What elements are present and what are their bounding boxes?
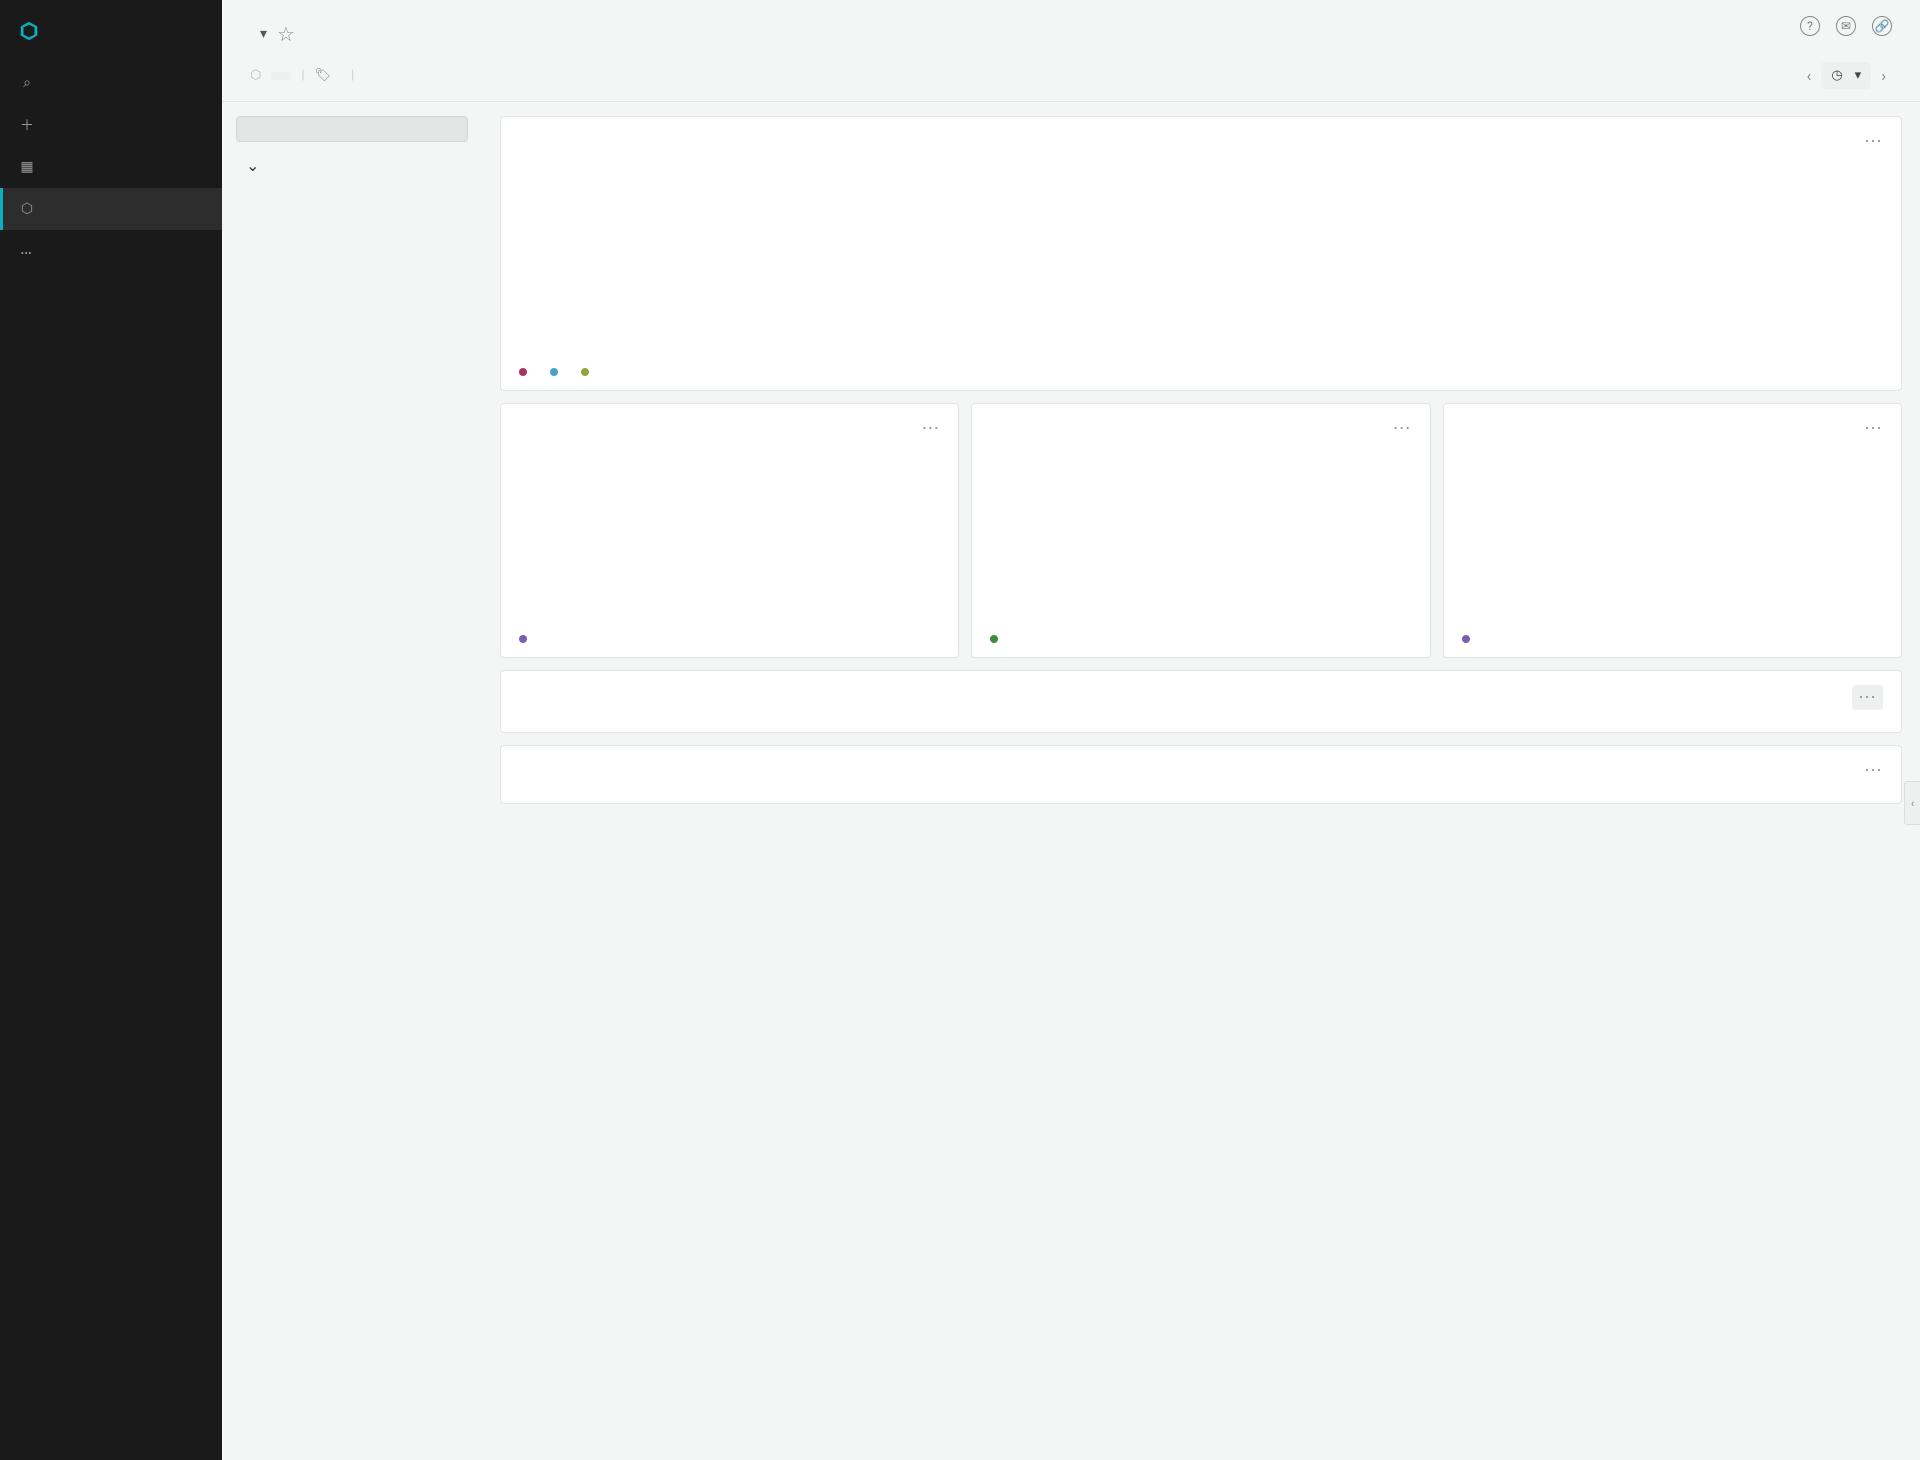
subnav-summary[interactable] [236,116,468,142]
subnav-events-explorer[interactable] [236,213,468,237]
card-attr-table: ⋯ [500,670,1902,733]
newrelic-icon [18,20,40,42]
content: ⌄ ⋯ [222,102,1920,1460]
subnav-logs[interactable] [236,237,468,261]
chart-errors [990,447,1411,627]
chevron-down-icon: ▾ [1855,68,1862,83]
nav-all-capabilities[interactable]: ▦ [0,146,222,188]
time-prev-button[interactable]: ‹ [1801,62,1818,89]
nav-add-data[interactable]: ＋ [0,104,222,146]
plugin-chip[interactable] [271,72,291,80]
card-throughput-rpm: ⋯ [1443,403,1902,658]
help-icon[interactable]: ? [1800,16,1820,36]
chart-throughput-rpm [1462,447,1883,627]
search-icon: ⌕ [18,74,36,92]
tag-icon[interactable]: 🏷 [315,68,332,83]
card-menu-icon[interactable]: ⋯ [1864,760,1883,781]
meta-row: ⬡ | 🏷 | ‹ ◷ ▾ › [222,54,1920,102]
collapse-panel-button[interactable]: ‹ [1904,781,1920,825]
title-dropdown-icon[interactable]: ▾ [260,26,267,42]
time-next-button[interactable]: › [1875,62,1892,89]
card-errors: ⋯ [971,403,1430,658]
card-menu-icon[interactable]: ⋯ [921,418,940,439]
time-picker[interactable]: ◷ ▾ [1821,62,1871,89]
plus-icon: ＋ [18,116,36,134]
top-icons: ? ✉ 🔗 [1800,16,1892,36]
sidebar: ⌕ ＋ ▦ ⬡ … [0,0,222,1460]
chart-throughput-bps [519,447,940,627]
charts-area: ⋯ ⋯ ⋯ [482,102,1920,1460]
subnav-nerd-store[interactable] [236,261,468,285]
card-menu-icon[interactable]: ⋯ [1864,418,1883,439]
topbar: ▾ ☆ ? ✉ 🔗 [222,0,1920,54]
card-sample-table: ⋯ [500,745,1902,804]
chart-response-dist [519,160,1883,360]
card-menu-icon[interactable]: ⋯ [1393,418,1412,439]
nav-more[interactable]: … [0,230,222,267]
chevron-down-icon: ⌄ [246,156,259,175]
subnav: ⌄ [222,102,482,1460]
clock-icon: ◷ [1831,68,1842,83]
favorite-icon[interactable]: ☆ [277,22,295,46]
link-icon[interactable]: 🔗 [1872,16,1892,36]
card-menu-icon[interactable]: ⋯ [1852,685,1883,710]
nav-search[interactable]: ⌕ [0,62,222,104]
legend [519,368,1883,376]
logo[interactable] [0,0,222,62]
entity-status-icon: ⬡ [250,68,261,83]
main: ▾ ☆ ? ✉ 🔗 ⬡ | 🏷 | ‹ ◷ ▾ › [222,0,1920,1460]
nav-all-entities[interactable]: ⬡ [0,188,222,230]
inbox-icon[interactable]: ✉ [1836,16,1856,36]
card-throughput-bps: ⋯ [500,403,959,658]
more-views-toggle[interactable]: ⌄ [236,142,468,189]
grid-icon: ▦ [18,158,36,176]
hexagon-icon: ⬡ [18,200,36,218]
card-menu-icon[interactable]: ⋯ [1864,131,1883,152]
card-response-dist: ⋯ [500,116,1902,391]
subnav-add-app[interactable] [236,189,468,213]
